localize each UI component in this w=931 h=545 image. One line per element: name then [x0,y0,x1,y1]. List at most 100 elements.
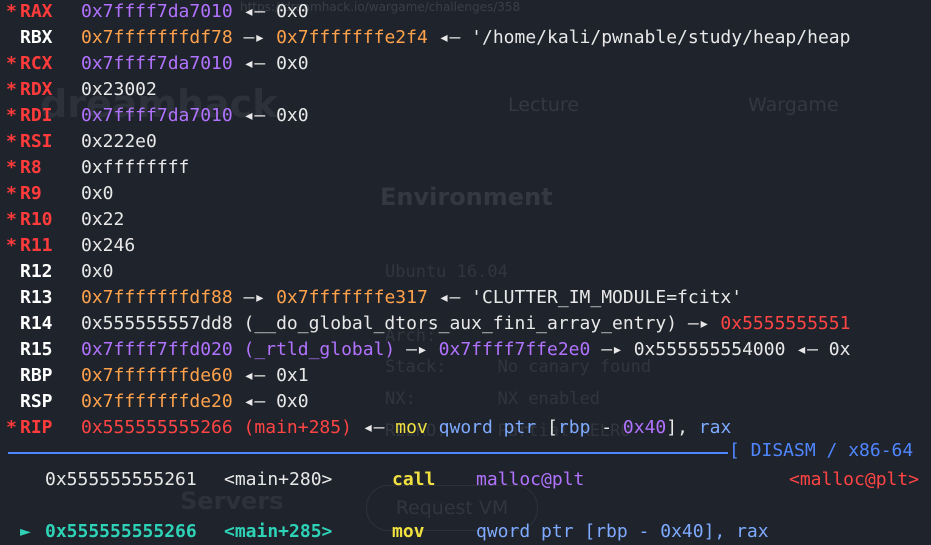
register-value: 0x7fffffffde60 ◂— 0x1 [81,363,309,389]
register-row-rsi: * RSI 0x222e0 [0,129,931,155]
register-row-rdi: * RDI 0x7ffff7da7010 ◂— 0x0 [0,103,931,129]
register-name: R14 [20,313,53,334]
register-name: R13 [20,287,53,308]
register-value-part: 0x555555557dd8 (__do_global_dtors_aux_fi… [81,313,678,334]
register-value-part: 0x7fffffffe317 [276,287,428,308]
register-value-part: ◂— 0x [785,339,851,360]
register-value-part: 0x7ffff7da7010 [81,53,233,74]
register-name: R9 [20,183,42,204]
register-value-part: 0x40 [622,417,667,438]
register-value-part: 0x7ffff7ffd020 (_rtld_global) [81,339,396,360]
register-value-part: 0x7fffffffde60 [81,365,233,386]
register-value-part: rbp [557,417,591,438]
register-value-part: 0x5555555551 [720,313,851,334]
register-name: RCX [20,53,53,74]
register-value-part: —▸ [232,287,277,308]
register-value-part: 0x246 [81,235,136,256]
register-value: 0x555555555266 (main+285) ◂— mov qword p… [81,415,731,441]
register-value-part: 0x1 [276,365,309,386]
register-value-part: ptr [492,417,537,438]
register-row-r12: R12 0x0 [0,259,931,285]
disasm-address: 0x555555555266 [45,521,197,542]
register-name: R11 [20,235,53,256]
register-row-r8: * R8 0xffffffff [0,155,931,181]
register-name: RDI [20,105,53,126]
register-row-rsp: RSP 0x7fffffffde20 ◂— 0x0 [0,389,931,415]
register-name: R10 [20,209,53,230]
register-value-part: rax [698,417,732,438]
register-value: 0x0 [81,181,114,207]
disasm-header: [ DISASM / x86-64 [729,440,914,461]
register-name: R15 [20,339,53,360]
register-value: 0x7ffff7da7010 ◂— 0x0 [81,103,309,129]
register-value: 0x7fffffffdf78 —▸ 0x7fffffffe2f4 ◂— '/ho… [81,25,850,51]
register-value-part: 0x7fffffffde20 [81,391,233,412]
register-value-part: —▸ [395,339,439,360]
register-value: 0x7fffffffde20 ◂— 0x0 [81,389,309,415]
changed-marker: * [6,53,17,74]
register-name: RBP [20,365,53,386]
register-value-part: 0x0 [276,391,309,412]
register-name: R12 [20,261,53,282]
register-value: 0x22 [81,207,124,233]
register-value-part: ◂— [232,365,277,386]
register-value-part: 0x22 [81,209,125,230]
register-value-part: [ [536,417,558,438]
changed-marker: * [6,235,17,256]
register-value-part: '/home/kali/pwnable/study/heap/heap [471,27,851,48]
register-value-part: 0xffffffff [81,157,190,178]
disasm-mnemonic: mov [392,521,425,542]
register-value-part: ◂— [427,287,472,308]
register-row-rbx: RBX 0x7fffffffdf78 —▸ 0x7fffffffe2f4 ◂— '… [0,25,931,51]
register-value: 0x7ffff7da7010 ◂— 0x0 [81,51,309,77]
register-value-part: ◂— [232,391,277,412]
register-name: RBX [20,27,53,48]
register-row-r11: * R11 0x246 [0,233,931,259]
register-value-part: 0x23002 [81,79,157,100]
disasm-operands: malloc@plt [476,469,585,490]
register-value-part: —▸ [590,339,634,360]
register-name: RAX [20,1,53,22]
register-value-part: 0x7fffffffdf78 [81,27,233,48]
register-value-part: ], [666,417,699,438]
register-value-part: —▸ [677,313,721,334]
changed-marker: * [6,105,17,126]
register-value-part: 0x7fffffffdf88 [81,287,233,308]
current-instruction-marker: ► [20,521,31,542]
register-value-part: 0x0 [276,1,309,22]
disasm-symbol: <main+285> [224,521,333,542]
changed-marker: * [6,183,17,204]
register-value-part: 'CLUTTER_IM_MODULE=fcitx' [471,287,743,308]
register-value-part: ◂— [427,27,472,48]
register-row-r10: * R10 0x22 [0,207,931,233]
register-value: 0xffffffff [81,155,189,181]
register-value: 0x7fffffffdf88 —▸ 0x7fffffffe317 ◂— 'CLU… [81,285,742,311]
register-value: 0x222e0 [81,129,157,155]
disasm-address: 0x555555555261 [45,469,197,490]
changed-marker: * [6,131,17,152]
register-name: RSI [20,131,53,152]
register-value-part: ◂— [351,417,396,438]
changed-marker: * [6,157,17,178]
register-value-part: 0x7ffff7da7010 [81,1,233,22]
register-value-part: 0x0 [276,53,309,74]
register-value-part: mov [395,417,428,438]
register-value-part: 0x7ffff7da7010 [81,105,233,126]
changed-marker: * [6,1,17,22]
gdb-terminal[interactable]: * RAX 0x7ffff7da7010 ◂— 0x0 RBX 0x7fffffffdf… [0,0,931,542]
register-value-part: 0x555555554000 [633,339,786,360]
register-row-rbp: RBP 0x7fffffffde60 ◂— 0x1 [0,363,931,389]
register-row-r13: R13 0x7fffffffdf88 —▸ 0x7fffffffe317 ◂— '… [0,285,931,311]
register-value-part: ◂— [232,1,277,22]
register-name: RIP [20,417,53,438]
register-value-part: ◂— [232,105,277,126]
changed-marker: * [6,417,17,438]
changed-marker: * [6,209,17,230]
disasm-symbol: <main+280> [224,469,333,490]
disasm-comment: <malloc@plt> [789,469,920,490]
register-row-rax: * RAX 0x7ffff7da7010 ◂— 0x0 [0,0,931,25]
disasm-mnemonic: call [392,469,436,490]
register-row-r9: * R9 0x0 [0,181,931,207]
register-value: 0x23002 [81,77,157,103]
register-value-part: qword [427,417,493,438]
